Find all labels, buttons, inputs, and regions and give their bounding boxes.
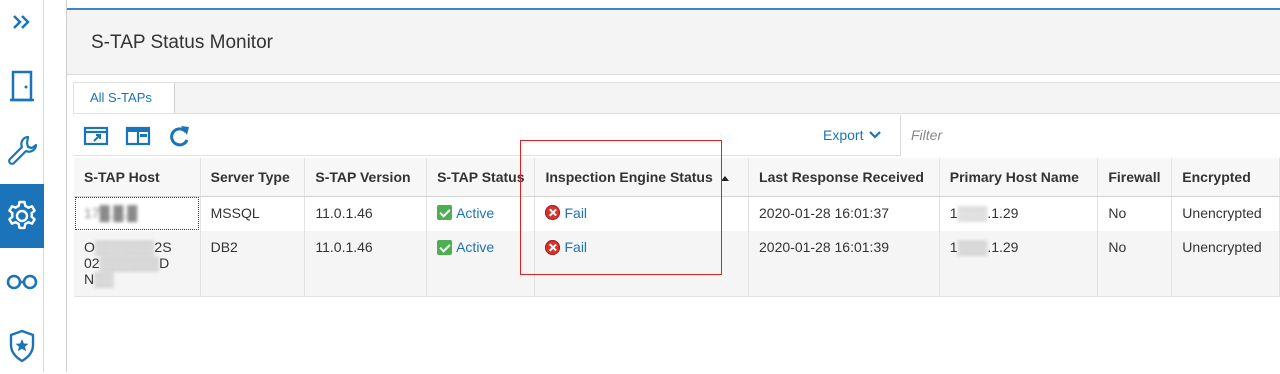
cell-primary-host: 1▒▒▒.1.29 (939, 231, 1099, 297)
primary-host-suffix: .1.29 (987, 239, 1019, 255)
sidebar-item-tools[interactable] (0, 122, 44, 178)
table-row[interactable]: O▒▒▒▒▒▒2S 02▒▒▒▒▒▒D N▒▒ DB2 11.0.1.46 Ac… (74, 231, 1280, 297)
redacted-host-part: ▒▒▒▒▒▒ (94, 239, 155, 255)
column-header-server-type[interactable]: Server Type (200, 158, 306, 197)
column-header-last-response[interactable]: Last Response Received (748, 158, 940, 197)
cell-last-response: 2020-01-28 16:01:39 (748, 231, 940, 297)
breadcrumb: All S-TAPs (73, 82, 1280, 114)
gear-icon (8, 200, 36, 230)
host-fragment: O (84, 239, 95, 255)
redacted-host-part: ▒▒▒ (957, 204, 988, 221)
column-layout-icon (125, 126, 151, 146)
chevron-down-icon (869, 131, 882, 139)
cell-encrypted: Unencrypted (1171, 196, 1280, 231)
engine-status-label: Fail (564, 239, 588, 255)
sidebar-item-settings[interactable] (0, 184, 44, 248)
engine-fail-link[interactable]: Fail (545, 205, 587, 221)
double-chevron-right-icon (13, 15, 30, 29)
error-icon (545, 205, 561, 220)
table-toolbar: Export (73, 115, 1280, 156)
cell-firewall: No (1097, 231, 1173, 297)
cell-stap-version: 11.0.1.46 (304, 231, 428, 297)
sort-ascending-icon (720, 175, 729, 181)
engine-status-label: Fail (564, 204, 588, 221)
filter-container (900, 115, 1280, 156)
column-layout-button[interactable] (125, 124, 151, 148)
cell-last-response: 2020-01-28 16:01:37 (748, 196, 940, 231)
status-active-link[interactable]: Active (437, 239, 494, 255)
refresh-button[interactable] (167, 124, 193, 148)
shield-star-icon (9, 329, 35, 363)
column-header-primary-host-name[interactable]: Primary Host Name (939, 158, 1099, 197)
breadcrumb-item-all-staps[interactable]: All S-TAPs (74, 83, 175, 113)
cell-engine-status: Fail (534, 231, 750, 297)
engine-fail-link[interactable]: Fail (545, 239, 587, 255)
sidebar-item-protect[interactable] (0, 318, 44, 374)
host-fragment: D (159, 255, 170, 271)
check-icon (437, 205, 453, 220)
host-fragment: 2S (154, 239, 172, 255)
cell-stap-host[interactable]: O▒▒▒▒▒▒2S 02▒▒▒▒▒▒D N▒▒ (74, 231, 201, 297)
primary-host-suffix: .1.29 (987, 204, 1019, 221)
host-fragment: N (84, 271, 95, 287)
status-label: Active (456, 204, 495, 221)
cell-server-type: DB2 (200, 231, 306, 297)
column-header-stap-host[interactable]: S-TAP Host (74, 158, 201, 197)
column-header-stap-status[interactable]: S-TAP Status (426, 158, 536, 197)
cell-server-type: MSSQL (200, 196, 306, 231)
column-header-stap-version[interactable]: S-TAP Version (304, 158, 428, 197)
refresh-icon (170, 126, 189, 147)
glasses-icon (6, 274, 38, 290)
status-label: Active (456, 239, 495, 255)
host-fragment: 02 (84, 255, 100, 271)
redacted-host-part: ▒▒▒ (957, 239, 988, 255)
wrench-icon (8, 135, 38, 165)
redacted-host: 17█.█.█ (84, 204, 138, 221)
door-icon (10, 70, 34, 102)
cell-stap-status: Active (426, 196, 536, 231)
cell-stap-status: Active (426, 231, 536, 297)
status-active-link[interactable]: Active (437, 205, 494, 221)
expand-sidebar-button[interactable] (0, 0, 44, 44)
main-panel: S-TAP Status Monitor All S-TAPs Export F… (66, 0, 1280, 372)
page-title: S-TAP Status Monitor (91, 32, 273, 53)
redacted-host-part: ▒▒▒▒▒▒ (99, 255, 160, 271)
export-button[interactable]: Export (823, 127, 882, 143)
stap-table: S-TAP Host Server Type S-TAP Version S-T… (74, 158, 1280, 297)
cell-stap-version: 11.0.1.46 (304, 196, 428, 231)
table-row[interactable]: 17█.█.█ MSSQL 11.0.1.46 Active Fail 2020… (74, 196, 1280, 231)
check-icon (437, 239, 453, 255)
filter-input[interactable] (901, 115, 1261, 154)
redacted-host-part: ▒▒ (94, 271, 114, 287)
cell-firewall: No (1097, 196, 1173, 231)
open-window-icon (83, 126, 109, 146)
page-header: S-TAP Status Monitor (67, 10, 1280, 75)
column-header-firewall[interactable]: Firewall (1097, 158, 1173, 197)
left-sidebar (0, 0, 44, 372)
cell-encrypted: Unencrypted (1171, 231, 1280, 297)
error-icon (545, 239, 561, 255)
cell-stap-host[interactable]: 17█.█.█ (74, 196, 201, 231)
sidebar-item-investigate[interactable] (0, 254, 44, 310)
column-header-inspection-engine-status[interactable]: Inspection Engine Status (534, 158, 750, 197)
table-header-row: S-TAP Host Server Type S-TAP Version S-T… (74, 158, 1280, 197)
open-window-button[interactable] (83, 124, 109, 148)
cell-engine-status: Fail (534, 196, 750, 231)
sidebar-item-exit[interactable] (0, 58, 44, 114)
export-label: Export (823, 127, 864, 143)
cell-primary-host: 1▒▒▒.1.29 (939, 196, 1099, 231)
column-header-label: Inspection Engine Status (545, 168, 713, 185)
column-header-encrypted[interactable]: Encrypted (1171, 158, 1280, 197)
